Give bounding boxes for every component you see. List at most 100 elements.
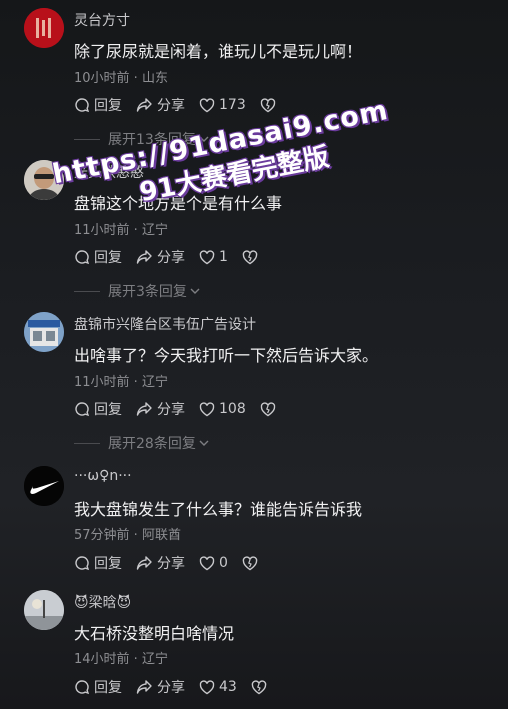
commenter-name[interactable]: 灵台方寸: [74, 10, 130, 30]
like-count: 173: [219, 97, 246, 113]
share-icon: [136, 680, 152, 694]
comment-actions: 回复 分享 0: [74, 553, 276, 573]
avatar[interactable]: [24, 590, 64, 630]
share-icon: [136, 250, 152, 264]
comment-item: 光头铁憨憨 盘锦这个地方是个是有什么事 11小时前 · 辽宁 回复 分享 1 展…: [0, 160, 508, 300]
comment-actions: 回复 分享 108: [74, 399, 294, 419]
comment-meta: 10小时前 · 山东: [74, 71, 168, 86]
expand-replies-button[interactable]: 展开13条回复: [74, 129, 210, 149]
reply-label: 回复: [94, 250, 122, 266]
reply-label: 回复: [94, 402, 122, 418]
broken-heart-icon: [260, 97, 275, 112]
avatar[interactable]: [24, 8, 64, 48]
dislike-button[interactable]: [242, 555, 262, 571]
reply-icon: [75, 98, 90, 113]
comment-item: 😈梁晗😈 大石桥没整明白啥情况 14小时前 · 辽宁 回复 分享 43: [0, 590, 508, 700]
like-count: 43: [219, 679, 237, 695]
reply-button[interactable]: 回复: [74, 95, 122, 115]
broken-heart-icon: [251, 679, 267, 694]
reply-button[interactable]: 回复: [74, 677, 122, 697]
expand-replies-label: 展开3条回复: [108, 284, 187, 300]
heart-icon: [199, 249, 215, 264]
landscape-photo-avatar-icon: [24, 590, 64, 630]
like-button[interactable]: 1: [199, 249, 228, 265]
share-icon: [136, 556, 152, 570]
like-button[interactable]: 108: [199, 401, 246, 417]
comment-text: 出啥事了？今天我打听一下然后告诉大家。: [74, 346, 379, 365]
comment-text: 大石桥没整明白啥情况: [74, 624, 235, 643]
share-button[interactable]: 分享: [136, 95, 185, 115]
divider-line: [74, 442, 100, 444]
broken-heart-icon: [260, 401, 275, 416]
comment-meta: 57分钟前 · 阿联酋: [74, 528, 181, 543]
dislike-button[interactable]: [251, 679, 271, 695]
like-count: 0: [219, 555, 228, 571]
chevron-down-icon: [199, 440, 209, 446]
comment-actions: 回复 分享 173: [74, 95, 294, 115]
like-count: 108: [219, 401, 246, 417]
heart-icon: [199, 555, 215, 570]
share-button[interactable]: 分享: [136, 399, 185, 419]
reply-button[interactable]: 回复: [74, 247, 122, 267]
reply-button[interactable]: 回复: [74, 399, 122, 419]
like-button[interactable]: 43: [199, 679, 237, 695]
share-label: 分享: [157, 402, 185, 418]
comment-meta: 14小时前 · 辽宁: [74, 652, 168, 667]
reply-label: 回复: [94, 556, 122, 572]
expand-replies-button[interactable]: 展开28条回复: [74, 433, 210, 453]
comment-text: 除了尿尿就是闲着，谁玩儿不是玩儿啊！: [74, 42, 363, 61]
heart-icon: [199, 401, 215, 416]
dislike-button[interactable]: [260, 97, 280, 113]
person-photo-avatar-icon: [24, 160, 64, 200]
commenter-name[interactable]: 😈梁晗😈: [74, 592, 131, 612]
reply-label: 回复: [94, 98, 122, 114]
share-button[interactable]: 分享: [136, 247, 185, 267]
share-icon: [136, 98, 152, 112]
heart-icon: [199, 97, 215, 112]
expand-replies-button[interactable]: 展开3条回复: [74, 281, 201, 301]
share-label: 分享: [157, 98, 185, 114]
red-seal-avatar-icon: [24, 8, 64, 48]
avatar[interactable]: [24, 160, 64, 200]
like-button[interactable]: 173: [199, 97, 246, 113]
comment-text: 盘锦这个地方是个是有什么事: [74, 194, 283, 213]
chevron-down-icon: [190, 288, 200, 294]
reply-icon: [75, 402, 90, 417]
comment-meta: 11小时前 · 辽宁: [74, 375, 168, 390]
reply-label: 回复: [94, 680, 122, 696]
avatar[interactable]: [24, 312, 64, 352]
expand-replies-label: 展开13条回复: [108, 132, 196, 148]
commenter-name[interactable]: 光头铁憨憨: [74, 162, 144, 182]
commenter-name[interactable]: 盘锦市兴隆台区韦伍广告设计: [74, 314, 256, 334]
reply-button[interactable]: 回复: [74, 553, 122, 573]
broken-heart-icon: [242, 555, 258, 570]
comment-item: ···ω♀n··· 我大盘锦发生了什么事？谁能告诉告诉我 57分钟前 · 阿联酋…: [0, 466, 508, 576]
divider-line: [74, 138, 100, 140]
heart-icon: [199, 679, 215, 694]
like-button[interactable]: 0: [199, 555, 228, 571]
comment-meta: 11小时前 · 辽宁: [74, 223, 168, 238]
storefront-avatar-icon: [24, 312, 64, 352]
reply-icon: [75, 250, 90, 265]
swoosh-logo-avatar-icon: [24, 466, 64, 506]
share-button[interactable]: 分享: [136, 553, 185, 573]
broken-heart-icon: [242, 249, 258, 264]
share-label: 分享: [157, 680, 185, 696]
comment-actions: 回复 分享 43: [74, 677, 285, 697]
dislike-button[interactable]: [242, 249, 262, 265]
avatar[interactable]: [24, 466, 64, 506]
share-button[interactable]: 分享: [136, 677, 185, 697]
share-label: 分享: [157, 556, 185, 572]
reply-icon: [75, 556, 90, 571]
chevron-down-icon: [199, 136, 209, 142]
comment-text: 我大盘锦发生了什么事？谁能告诉告诉我: [74, 500, 363, 519]
comment-item: 灵台方寸 除了尿尿就是闲着，谁玩儿不是玩儿啊！ 10小时前 · 山东 回复 分享…: [0, 8, 508, 148]
share-icon: [136, 402, 152, 416]
dislike-button[interactable]: [260, 401, 280, 417]
expand-replies-label: 展开28条回复: [108, 436, 196, 452]
comment-actions: 回复 分享 1: [74, 247, 276, 267]
like-count: 1: [219, 249, 228, 265]
commenter-name[interactable]: ···ω♀n···: [74, 468, 132, 484]
divider-line: [74, 290, 100, 292]
reply-icon: [75, 680, 90, 695]
